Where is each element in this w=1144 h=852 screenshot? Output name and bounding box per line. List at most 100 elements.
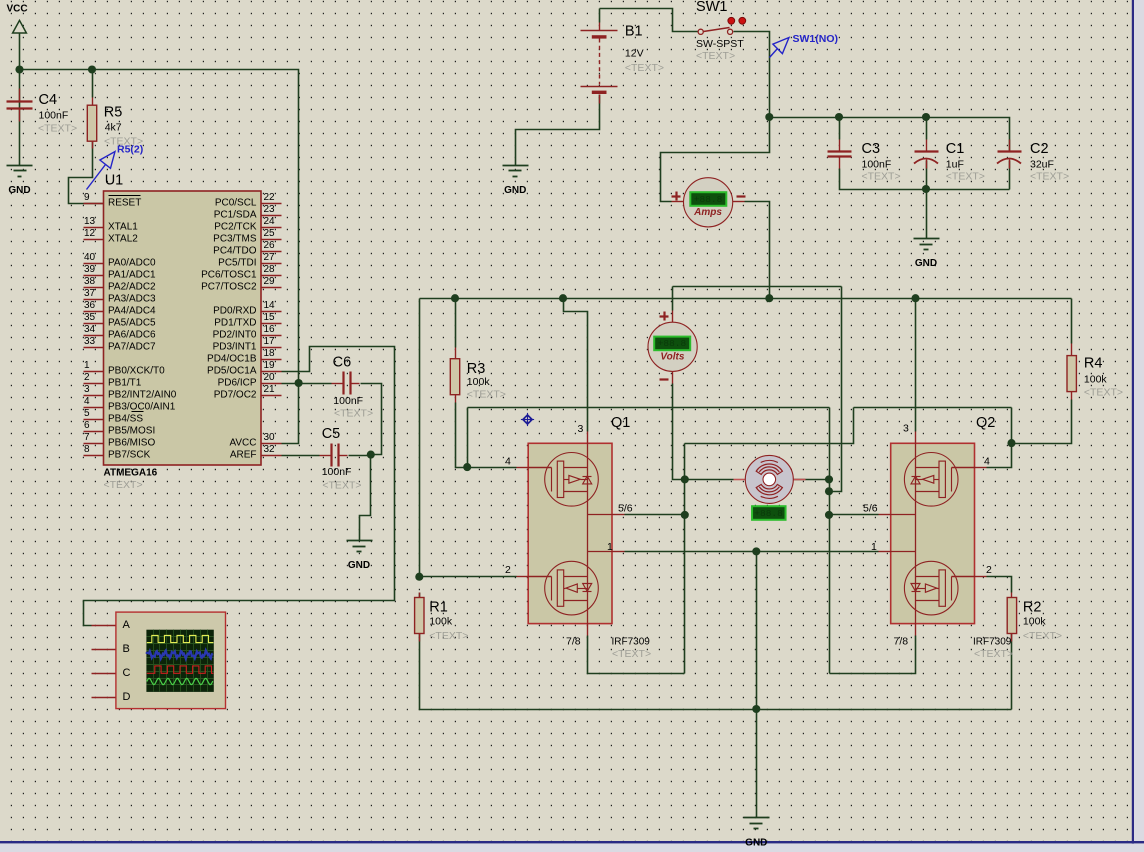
svg-text:30: 30 — [264, 432, 276, 443]
svg-text:+88.8: +88.8 — [658, 338, 687, 349]
svg-text:PB5/MOSI: PB5/MOSI — [108, 425, 155, 436]
svg-text:<TEXT>: <TEXT> — [322, 480, 361, 492]
svg-text:R5: R5 — [104, 104, 123, 120]
svg-text:SW1(NO): SW1(NO) — [793, 33, 839, 45]
svg-text:34: 34 — [84, 324, 96, 335]
svg-text:<TEXT>: <TEXT> — [974, 648, 1013, 660]
svg-text:1: 1 — [607, 541, 613, 553]
svg-text:PD3/INT1: PD3/INT1 — [213, 341, 257, 352]
svg-text:40: 40 — [84, 252, 96, 263]
svg-text:27: 27 — [264, 252, 276, 263]
svg-text:PB6/MISO: PB6/MISO — [108, 437, 155, 448]
svg-text:IRF7309: IRF7309 — [612, 636, 651, 647]
svg-text:PC6/TOSC1: PC6/TOSC1 — [201, 269, 257, 280]
svg-text:100k: 100k — [1084, 374, 1108, 386]
svg-text:<TEXT>: <TEXT> — [1084, 387, 1123, 399]
svg-text:C1: C1 — [946, 141, 965, 157]
svg-text:33: 33 — [84, 336, 96, 347]
svg-text:100nF: 100nF — [322, 466, 352, 478]
svg-text:R3: R3 — [467, 361, 486, 377]
svg-text:PD7/OC2: PD7/OC2 — [214, 389, 257, 400]
svg-text:28: 28 — [264, 264, 276, 275]
svg-text:D: D — [123, 691, 131, 703]
svg-text:38: 38 — [84, 276, 96, 287]
svg-text:100k: 100k — [467, 376, 491, 388]
svg-text:<TEXT>: <TEXT> — [612, 648, 651, 660]
svg-text:<TEXT>: <TEXT> — [696, 50, 735, 62]
svg-text:100k: 100k — [429, 616, 453, 628]
svg-text:B1: B1 — [625, 23, 643, 39]
svg-text:19: 19 — [264, 360, 276, 371]
svg-text:39: 39 — [84, 264, 96, 275]
svg-text:3: 3 — [578, 423, 584, 435]
svg-text:7: 7 — [84, 432, 90, 443]
svg-text:A: A — [123, 619, 131, 631]
svg-text:5/6: 5/6 — [618, 503, 633, 515]
svg-text:12: 12 — [84, 228, 96, 239]
svg-text:+88.8: +88.8 — [754, 508, 783, 519]
svg-text:PD1/TXD: PD1/TXD — [214, 317, 256, 328]
svg-text:12V: 12V — [625, 48, 644, 60]
svg-text:PC3/TMS: PC3/TMS — [213, 233, 257, 244]
svg-text:1: 1 — [84, 360, 90, 371]
svg-text:36: 36 — [84, 300, 96, 311]
svg-text:4: 4 — [505, 456, 511, 468]
svg-text:PA2/ADC2: PA2/ADC2 — [108, 281, 156, 292]
svg-text:5: 5 — [84, 408, 90, 419]
svg-text:R5(2): R5(2) — [117, 144, 143, 156]
svg-text:PA4/ADC4: PA4/ADC4 — [108, 305, 156, 316]
svg-text:<TEXT>: <TEXT> — [1030, 171, 1069, 183]
svg-text:Q1: Q1 — [611, 415, 630, 431]
svg-text:PA6/ADC6: PA6/ADC6 — [108, 329, 156, 340]
svg-text:U1: U1 — [105, 172, 124, 188]
svg-text:PB2/INT2/AIN0: PB2/INT2/AIN0 — [108, 389, 177, 400]
svg-text:SW1: SW1 — [696, 0, 727, 15]
svg-text:20: 20 — [264, 372, 276, 383]
svg-text:PC7/TOSC2: PC7/TOSC2 — [201, 281, 257, 292]
svg-text:GND: GND — [915, 258, 937, 269]
svg-text:PA7/ADC7: PA7/ADC7 — [108, 341, 156, 352]
svg-text:Amps: Amps — [693, 207, 722, 218]
svg-text:<TEXT>: <TEXT> — [334, 408, 373, 420]
svg-text:23: 23 — [264, 204, 276, 215]
svg-text:22: 22 — [264, 192, 276, 203]
svg-text:3: 3 — [84, 384, 90, 395]
svg-text:PD4/OC1B: PD4/OC1B — [207, 353, 257, 364]
svg-text:PB4/SS: PB4/SS — [108, 413, 143, 424]
svg-text:C3: C3 — [862, 141, 881, 157]
svg-text:PA1/ADC1: PA1/ADC1 — [108, 269, 156, 280]
svg-text:Volts: Volts — [660, 351, 685, 362]
svg-text:C: C — [123, 667, 131, 679]
svg-text:IRF7309: IRF7309 — [973, 636, 1012, 647]
svg-text:AVCC: AVCC — [229, 437, 256, 448]
svg-text:C4: C4 — [39, 92, 58, 108]
svg-text:9: 9 — [84, 192, 90, 203]
svg-text:PD5/OC1A: PD5/OC1A — [207, 365, 257, 376]
svg-text:PD0/RXD: PD0/RXD — [213, 305, 256, 316]
svg-text:AREF: AREF — [230, 449, 257, 460]
svg-text:<TEXT>: <TEXT> — [625, 62, 664, 74]
svg-text:PB1/T1: PB1/T1 — [108, 377, 142, 388]
svg-text:2: 2 — [505, 564, 511, 576]
svg-text:4: 4 — [984, 456, 990, 468]
svg-text:2: 2 — [986, 564, 992, 576]
svg-text:<TEXT>: <TEXT> — [38, 123, 77, 135]
svg-text:5/6: 5/6 — [863, 503, 878, 515]
svg-text:<TEXT>: <TEXT> — [1023, 630, 1062, 642]
svg-text:1: 1 — [871, 541, 877, 553]
svg-text:PA3/ADC3: PA3/ADC3 — [108, 293, 156, 304]
svg-text:XTAL1: XTAL1 — [108, 221, 138, 232]
svg-text:PC2/TCK: PC2/TCK — [214, 221, 257, 232]
svg-text:GND: GND — [8, 185, 30, 196]
svg-text:PD2/INT0: PD2/INT0 — [213, 329, 257, 340]
svg-text:PC5/TDI: PC5/TDI — [218, 257, 256, 268]
svg-text:18: 18 — [264, 348, 276, 359]
svg-text:VCC: VCC — [7, 3, 28, 14]
svg-text:R1: R1 — [429, 599, 448, 615]
svg-text:7/8: 7/8 — [566, 636, 581, 648]
svg-text:4k7: 4k7 — [105, 122, 122, 134]
svg-text:GND: GND — [504, 185, 526, 196]
svg-text:25: 25 — [264, 228, 276, 239]
svg-text:24: 24 — [264, 216, 276, 227]
svg-text:C6: C6 — [333, 354, 352, 370]
